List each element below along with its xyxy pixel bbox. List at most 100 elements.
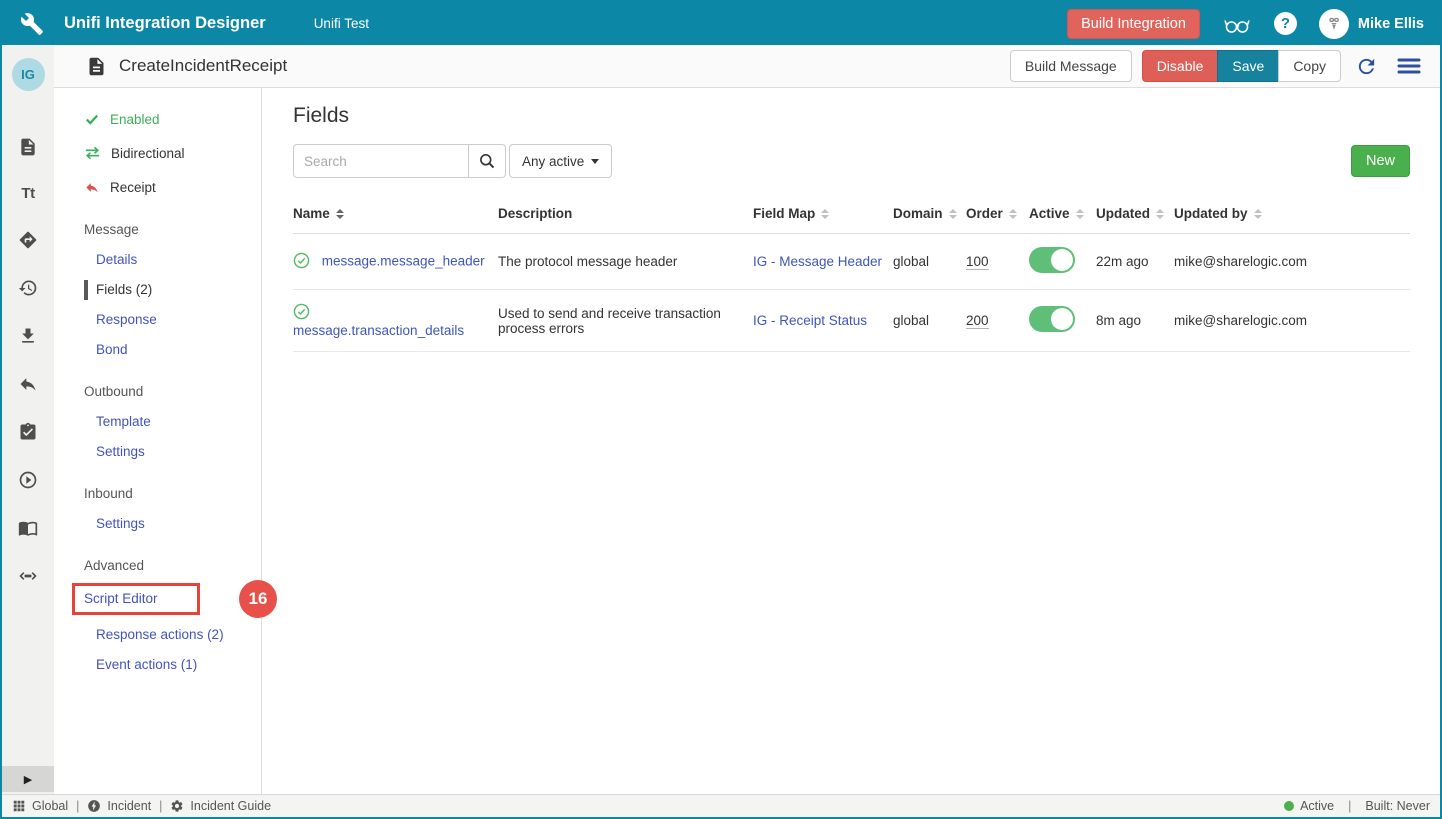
column-header-domain[interactable]: Domain xyxy=(893,194,966,234)
status-bidirectional: Bidirectional xyxy=(84,142,261,164)
annotation-step-badge: 16 xyxy=(239,580,277,618)
code-icon[interactable] xyxy=(18,566,38,586)
incident-app-icon xyxy=(87,799,101,813)
receipt-reply-icon xyxy=(84,180,100,195)
sort-icon xyxy=(1156,209,1164,219)
user-menu[interactable]: Mike Ellis xyxy=(1319,9,1424,39)
app-picker[interactable]: Incident xyxy=(87,799,151,813)
glasses-icon[interactable] xyxy=(1222,11,1252,37)
field-order-value[interactable]: 200 xyxy=(966,313,989,329)
field-domain: global xyxy=(893,290,966,352)
field-map-link[interactable]: IG - Receipt Status xyxy=(753,313,867,328)
field-check-icon xyxy=(293,303,310,323)
field-updated-by: mike@sharelogic.com xyxy=(1174,290,1410,352)
document-icon[interactable] xyxy=(18,137,38,157)
nav-item-fields[interactable]: Fields (2) xyxy=(84,280,261,300)
search-button[interactable] xyxy=(469,144,506,178)
field-name-link[interactable]: message.transaction_details xyxy=(293,323,464,338)
field-updated: 22m ago xyxy=(1096,234,1174,290)
sort-icon xyxy=(1009,209,1017,219)
search-icon xyxy=(478,152,496,170)
column-header-updated-by[interactable]: Updated by xyxy=(1174,194,1410,234)
field-order-value[interactable]: 100 xyxy=(966,254,989,270)
bidirectional-arrows-icon xyxy=(84,145,101,161)
main-content: Fields Any active New xyxy=(262,88,1440,794)
tool-rail: IG Tt ▶ xyxy=(2,45,54,794)
nav-item-bond[interactable]: Bond xyxy=(84,340,261,360)
grid-icon xyxy=(12,799,26,813)
nav-item-outbound-settings[interactable]: Settings xyxy=(84,442,261,462)
field-description: Used to send and receive transaction pro… xyxy=(498,290,753,352)
chevron-down-icon xyxy=(591,159,599,164)
sort-icon xyxy=(1254,209,1262,219)
build-integration-button[interactable]: Build Integration xyxy=(1067,9,1200,39)
play-circle-icon[interactable] xyxy=(18,470,38,490)
book-icon[interactable] xyxy=(18,518,38,538)
nav-item-response-actions[interactable]: Response actions (2) xyxy=(84,625,261,645)
active-toggle[interactable] xyxy=(1029,247,1075,273)
user-name: Mike Ellis xyxy=(1358,16,1424,32)
built-status-label: Built: Never xyxy=(1365,799,1430,813)
record-title: CreateIncidentReceipt xyxy=(119,56,287,76)
copy-button[interactable]: Copy xyxy=(1278,50,1341,82)
build-message-button[interactable]: Build Message xyxy=(1010,50,1132,82)
nav-item-script-editor[interactable]: Script Editor xyxy=(72,583,200,615)
field-domain: global xyxy=(893,234,966,290)
nav-section-advanced: Advanced xyxy=(84,556,261,576)
gear-icon xyxy=(170,799,184,813)
active-filter-dropdown[interactable]: Any active xyxy=(509,144,612,178)
record-header: CreateIncidentReceipt Build Message Disa… xyxy=(54,45,1440,88)
column-header-name[interactable]: Name xyxy=(293,194,498,234)
record-actions-group: Disable Save Copy xyxy=(1142,50,1341,82)
nav-item-event-actions[interactable]: Event actions (1) xyxy=(84,655,261,675)
search-input[interactable] xyxy=(293,144,469,178)
environment-name[interactable]: Unifi Test xyxy=(314,16,369,31)
record-nav-panel: Enabled Bidirectional Receipt Message De… xyxy=(54,88,262,794)
column-header-active[interactable]: Active xyxy=(1029,194,1096,234)
refresh-icon[interactable] xyxy=(1351,51,1382,82)
menu-icon[interactable] xyxy=(1392,51,1426,81)
table-row: message.transaction_details Used to send… xyxy=(293,290,1410,352)
top-navbar: Unifi Integration Designer Unifi Test Bu… xyxy=(2,2,1440,45)
history-icon[interactable] xyxy=(18,278,38,298)
status-enabled: Enabled xyxy=(84,108,261,130)
expand-rail-button[interactable]: ▶ xyxy=(2,766,54,792)
reply-icon[interactable] xyxy=(18,374,38,394)
save-button[interactable]: Save xyxy=(1217,50,1279,82)
new-field-button[interactable]: New xyxy=(1351,145,1410,177)
download-icon[interactable] xyxy=(18,326,38,346)
field-name-link[interactable]: message.message_header xyxy=(322,253,485,268)
column-header-field-map[interactable]: Field Map xyxy=(753,194,893,234)
nav-item-inbound-settings[interactable]: Settings xyxy=(84,514,261,534)
scope-picker[interactable]: Global xyxy=(12,799,68,813)
page-title: Fields xyxy=(293,104,1410,128)
field-updated-by: mike@sharelogic.com xyxy=(1174,234,1410,290)
disable-button[interactable]: Disable xyxy=(1142,50,1219,82)
nav-section-message: Message xyxy=(84,220,261,240)
active-toggle[interactable] xyxy=(1029,306,1075,332)
status-receipt: Receipt xyxy=(84,176,261,198)
sort-icon xyxy=(1076,209,1084,219)
nav-section-outbound: Outbound xyxy=(84,382,261,402)
nav-item-response[interactable]: Response xyxy=(84,310,261,330)
field-updated: 8m ago xyxy=(1096,290,1174,352)
help-icon[interactable]: ? xyxy=(1274,12,1297,35)
nav-item-template[interactable]: Template xyxy=(84,412,261,432)
column-header-updated[interactable]: Updated xyxy=(1096,194,1174,234)
user-avatar-icon xyxy=(1319,9,1349,39)
integration-picker[interactable]: Incident Guide xyxy=(170,799,271,813)
column-header-order[interactable]: Order xyxy=(966,194,1029,234)
text-format-icon[interactable]: Tt xyxy=(21,185,34,202)
nav-section-inbound: Inbound xyxy=(84,484,261,504)
nav-item-details[interactable]: Details xyxy=(84,250,261,270)
app-title: Unifi Integration Designer xyxy=(64,14,266,33)
check-icon xyxy=(84,112,100,126)
field-description: The protocol message header xyxy=(498,234,753,290)
sort-icon xyxy=(336,209,344,219)
fields-table: Name Description Field Map Domain Order … xyxy=(293,194,1410,352)
clipboard-check-icon[interactable] xyxy=(18,422,38,442)
integration-avatar[interactable]: IG xyxy=(12,58,45,91)
directions-icon[interactable] xyxy=(18,230,38,250)
sort-icon xyxy=(949,209,957,219)
field-map-link[interactable]: IG - Message Header xyxy=(753,254,882,269)
